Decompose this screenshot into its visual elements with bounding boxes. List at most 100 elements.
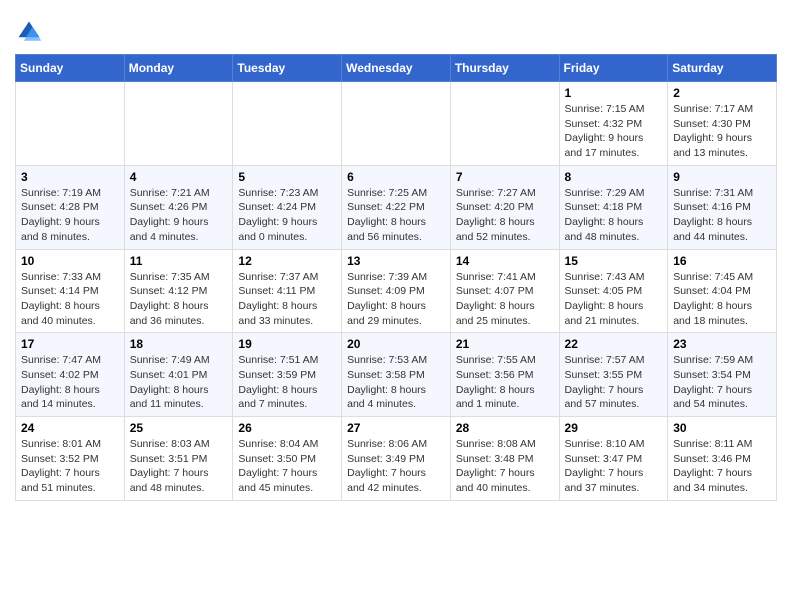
calendar-day-cell — [233, 82, 342, 166]
day-info: Sunrise: 7:33 AM Sunset: 4:14 PM Dayligh… — [21, 270, 119, 329]
day-info: Sunrise: 7:19 AM Sunset: 4:28 PM Dayligh… — [21, 186, 119, 245]
calendar-day-cell: 14Sunrise: 7:41 AM Sunset: 4:07 PM Dayli… — [450, 249, 559, 333]
calendar-day-cell: 23 Sunrise: 7:59 AM Sunset: 3:54 PM Dayli… — [668, 333, 777, 417]
calendar-day-cell: 7 Sunrise: 7:27 AM Sunset: 4:20 PM Daylig… — [450, 165, 559, 249]
day-number: 22 — [565, 337, 663, 351]
calendar-day-cell: 22 Sunrise: 7:57 AM Sunset: 3:55 PM Dayli… — [559, 333, 668, 417]
day-number: 1 — [565, 86, 663, 100]
calendar-day-cell — [450, 82, 559, 166]
calendar-week-row: 17 Sunrise: 7:47 AM Sunset: 4:02 PM Dayli… — [16, 333, 777, 417]
calendar-day-cell: 21 Sunrise: 7:55 AM Sunset: 3:56 PM Dayli… — [450, 333, 559, 417]
day-info: Sunrise: 7:51 AM Sunset: 3:59 PM Dayligh… — [238, 353, 336, 412]
day-number: 16 — [673, 254, 771, 268]
day-info: Sunrise: 7:23 AM Sunset: 4:24 PM Dayligh… — [238, 186, 336, 245]
calendar-day-cell: 24Sunrise: 8:01 AM Sunset: 3:52 PM Dayli… — [16, 417, 125, 501]
calendar-day-cell: 29 Sunrise: 8:10 AM Sunset: 3:47 PM Dayli… — [559, 417, 668, 501]
day-info: Sunrise: 8:03 AM Sunset: 3:51 PM Dayligh… — [130, 437, 228, 496]
day-number: 18 — [130, 337, 228, 351]
day-number: 7 — [456, 170, 554, 184]
calendar-week-row: 24Sunrise: 8:01 AM Sunset: 3:52 PM Dayli… — [16, 417, 777, 501]
day-info: Sunrise: 7:39 AM Sunset: 4:09 PM Dayligh… — [347, 270, 445, 329]
calendar-day-cell — [16, 82, 125, 166]
logo-icon — [15, 18, 43, 46]
day-number: 4 — [130, 170, 228, 184]
calendar-week-row: 1 Sunrise: 7:15 AM Sunset: 4:32 PM Daylig… — [16, 82, 777, 166]
calendar-day-cell: 5 Sunrise: 7:23 AM Sunset: 4:24 PM Daylig… — [233, 165, 342, 249]
day-info: Sunrise: 8:08 AM Sunset: 3:48 PM Dayligh… — [456, 437, 554, 496]
day-number: 30 — [673, 421, 771, 435]
calendar-day-cell: 13Sunrise: 7:39 AM Sunset: 4:09 PM Dayli… — [342, 249, 451, 333]
day-number: 8 — [565, 170, 663, 184]
day-number: 20 — [347, 337, 445, 351]
day-info: Sunrise: 7:59 AM Sunset: 3:54 PM Dayligh… — [673, 353, 771, 412]
header — [15, 10, 777, 46]
calendar-day-cell: 17 Sunrise: 7:47 AM Sunset: 4:02 PM Dayli… — [16, 333, 125, 417]
calendar-day-cell: 6 Sunrise: 7:25 AM Sunset: 4:22 PM Daylig… — [342, 165, 451, 249]
weekday-header-cell: Monday — [124, 55, 233, 82]
day-info: Sunrise: 7:27 AM Sunset: 4:20 PM Dayligh… — [456, 186, 554, 245]
day-number: 27 — [347, 421, 445, 435]
weekday-header-cell: Sunday — [16, 55, 125, 82]
calendar-day-cell: 27 Sunrise: 8:06 AM Sunset: 3:49 PM Dayli… — [342, 417, 451, 501]
calendar-day-cell: 28 Sunrise: 8:08 AM Sunset: 3:48 PM Dayli… — [450, 417, 559, 501]
weekday-header-cell: Tuesday — [233, 55, 342, 82]
day-number: 28 — [456, 421, 554, 435]
day-info: Sunrise: 8:10 AM Sunset: 3:47 PM Dayligh… — [565, 437, 663, 496]
calendar-day-cell: 26 Sunrise: 8:04 AM Sunset: 3:50 PM Dayli… — [233, 417, 342, 501]
day-info: Sunrise: 7:35 AM Sunset: 4:12 PM Dayligh… — [130, 270, 228, 329]
day-number: 29 — [565, 421, 663, 435]
calendar-day-cell: 20 Sunrise: 7:53 AM Sunset: 3:58 PM Dayli… — [342, 333, 451, 417]
day-info: Sunrise: 7:45 AM Sunset: 4:04 PM Dayligh… — [673, 270, 771, 329]
weekday-header: SundayMondayTuesdayWednesdayThursdayFrid… — [16, 55, 777, 82]
day-number: 6 — [347, 170, 445, 184]
day-number: 26 — [238, 421, 336, 435]
day-info: Sunrise: 7:31 AM Sunset: 4:16 PM Dayligh… — [673, 186, 771, 245]
day-number: 17 — [21, 337, 119, 351]
day-info: Sunrise: 7:21 AM Sunset: 4:26 PM Dayligh… — [130, 186, 228, 245]
calendar-day-cell: 3Sunrise: 7:19 AM Sunset: 4:28 PM Daylig… — [16, 165, 125, 249]
weekday-header-cell: Saturday — [668, 55, 777, 82]
day-number: 21 — [456, 337, 554, 351]
day-info: Sunrise: 8:06 AM Sunset: 3:49 PM Dayligh… — [347, 437, 445, 496]
calendar-day-cell: 18Sunrise: 7:49 AM Sunset: 4:01 PM Dayli… — [124, 333, 233, 417]
calendar-day-cell: 10Sunrise: 7:33 AM Sunset: 4:14 PM Dayli… — [16, 249, 125, 333]
day-number: 23 — [673, 337, 771, 351]
calendar-day-cell: 1 Sunrise: 7:15 AM Sunset: 4:32 PM Daylig… — [559, 82, 668, 166]
calendar-day-cell: 4 Sunrise: 7:21 AM Sunset: 4:26 PM Daylig… — [124, 165, 233, 249]
day-info: Sunrise: 7:37 AM Sunset: 4:11 PM Dayligh… — [238, 270, 336, 329]
day-info: Sunrise: 7:25 AM Sunset: 4:22 PM Dayligh… — [347, 186, 445, 245]
calendar-day-cell: 8Sunrise: 7:29 AM Sunset: 4:18 PM Daylig… — [559, 165, 668, 249]
logo — [15, 18, 47, 46]
day-number: 19 — [238, 337, 336, 351]
day-info: Sunrise: 8:04 AM Sunset: 3:50 PM Dayligh… — [238, 437, 336, 496]
day-info: Sunrise: 7:47 AM Sunset: 4:02 PM Dayligh… — [21, 353, 119, 412]
calendar-day-cell: 15Sunrise: 7:43 AM Sunset: 4:05 PM Dayli… — [559, 249, 668, 333]
day-info: Sunrise: 7:53 AM Sunset: 3:58 PM Dayligh… — [347, 353, 445, 412]
day-info: Sunrise: 7:17 AM Sunset: 4:30 PM Dayligh… — [673, 102, 771, 161]
day-number: 9 — [673, 170, 771, 184]
weekday-header-cell: Wednesday — [342, 55, 451, 82]
calendar-day-cell: 9 Sunrise: 7:31 AM Sunset: 4:16 PM Daylig… — [668, 165, 777, 249]
calendar-day-cell: 19 Sunrise: 7:51 AM Sunset: 3:59 PM Dayli… — [233, 333, 342, 417]
calendar-week-row: 3Sunrise: 7:19 AM Sunset: 4:28 PM Daylig… — [16, 165, 777, 249]
day-info: Sunrise: 7:57 AM Sunset: 3:55 PM Dayligh… — [565, 353, 663, 412]
calendar-day-cell: 2 Sunrise: 7:17 AM Sunset: 4:30 PM Daylig… — [668, 82, 777, 166]
day-info: Sunrise: 7:15 AM Sunset: 4:32 PM Dayligh… — [565, 102, 663, 161]
calendar-day-cell — [342, 82, 451, 166]
day-info: Sunrise: 8:11 AM Sunset: 3:46 PM Dayligh… — [673, 437, 771, 496]
day-info: Sunrise: 7:55 AM Sunset: 3:56 PM Dayligh… — [456, 353, 554, 412]
calendar-body: 1 Sunrise: 7:15 AM Sunset: 4:32 PM Daylig… — [16, 82, 777, 501]
day-number: 14 — [456, 254, 554, 268]
calendar-day-cell: 16 Sunrise: 7:45 AM Sunset: 4:04 PM Dayli… — [668, 249, 777, 333]
day-number: 25 — [130, 421, 228, 435]
day-number: 5 — [238, 170, 336, 184]
calendar-day-cell: 25 Sunrise: 8:03 AM Sunset: 3:51 PM Dayli… — [124, 417, 233, 501]
day-number: 15 — [565, 254, 663, 268]
calendar-day-cell: 30 Sunrise: 8:11 AM Sunset: 3:46 PM Dayli… — [668, 417, 777, 501]
calendar-day-cell: 12 Sunrise: 7:37 AM Sunset: 4:11 PM Dayli… — [233, 249, 342, 333]
calendar-week-row: 10Sunrise: 7:33 AM Sunset: 4:14 PM Dayli… — [16, 249, 777, 333]
day-number: 12 — [238, 254, 336, 268]
calendar-day-cell: 11Sunrise: 7:35 AM Sunset: 4:12 PM Dayli… — [124, 249, 233, 333]
day-number: 2 — [673, 86, 771, 100]
calendar-day-cell — [124, 82, 233, 166]
